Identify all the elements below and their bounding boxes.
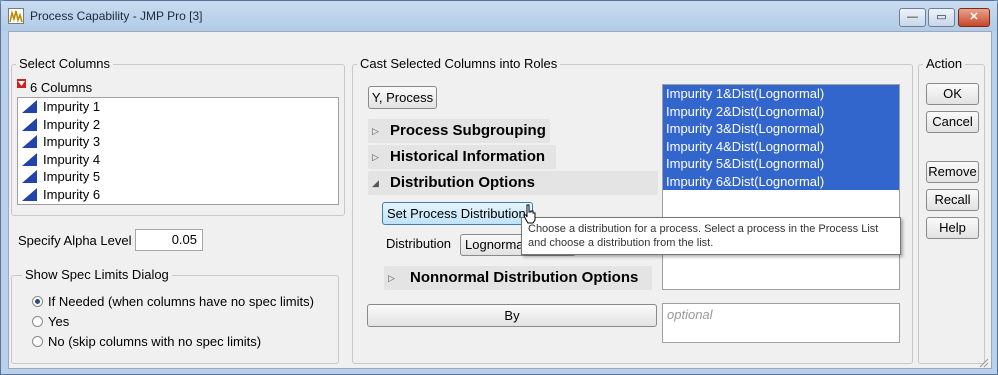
columns-listbox[interactable]: Impurity 1 Impurity 2 Impurity 3 Impurit… (17, 97, 339, 205)
window-title: Process Capability - JMP Pro [3] (30, 9, 203, 23)
tooltip: Choose a distribution for a process. Sel… (521, 217, 901, 255)
set-process-distribution-button[interactable]: Set Process Distribution (382, 202, 533, 225)
alpha-level-input[interactable]: 0.05 (135, 229, 203, 251)
maximize-button[interactable]: ▭ (928, 8, 955, 27)
by-placeholder: optional (667, 307, 713, 322)
resize-grip-icon[interactable] (979, 356, 989, 368)
distribution-label: Distribution (386, 236, 452, 251)
recall-button[interactable]: Recall (926, 189, 979, 211)
continuous-column-icon (22, 117, 37, 131)
hand-cursor-icon (523, 204, 537, 224)
select-columns-group: Select Columns 6 Columns Impurity 1 Impu… (11, 56, 345, 216)
disclosure-closed-icon[interactable]: ▷ (372, 152, 379, 162)
radio-button[interactable] (32, 316, 43, 327)
cast-roles-title: Cast Selected Columns into Roles (357, 56, 561, 71)
action-title: Action (923, 56, 966, 71)
minimize-icon: — (907, 11, 918, 23)
minimize-button[interactable]: — (899, 8, 926, 27)
continuous-column-icon (22, 135, 37, 149)
list-item[interactable]: Impurity 4 (18, 151, 338, 169)
dialog-body: Select Columns 6 Columns Impurity 1 Impu… (8, 31, 992, 369)
cast-roles-group: Cast Selected Columns into Roles Y, Proc… (352, 56, 913, 364)
process-subgrouping-section[interactable]: ▷ Process Subgrouping (368, 119, 550, 143)
radio-button[interactable] (32, 336, 43, 347)
list-item[interactable]: Impurity 6&Dist(Lognormal) (663, 172, 899, 190)
historical-information-section[interactable]: ▷ Historical Information (368, 145, 556, 169)
continuous-column-icon (22, 170, 37, 184)
disclosure-closed-icon[interactable]: ▷ (388, 273, 395, 283)
alpha-level-label: Specify Alpha Level (18, 233, 132, 248)
continuous-column-icon (22, 152, 37, 166)
list-item[interactable]: Impurity 4&Dist(Lognormal) (663, 137, 899, 155)
list-item[interactable]: Impurity 6 (18, 186, 338, 204)
cancel-button[interactable]: Cancel (926, 111, 979, 133)
remove-button[interactable]: Remove (926, 161, 979, 183)
list-item[interactable]: Impurity 2 (18, 116, 338, 134)
spec-limits-group: Show Spec Limits Dialog If Needed (when … (11, 267, 339, 364)
list-item[interactable]: Impurity 1 (18, 98, 338, 116)
title-bar[interactable]: Process Capability - JMP Pro [3] — ▭ ✕ (1, 1, 997, 31)
close-button[interactable]: ✕ (958, 8, 990, 27)
action-group: Action OK Cancel Remove Recall Help (918, 56, 985, 364)
by-button[interactable]: By (367, 304, 657, 327)
y-process-listbox[interactable]: Impurity 1&Dist(Lognormal) Impurity 2&Di… (662, 84, 900, 290)
radio-button[interactable] (32, 296, 43, 307)
list-item[interactable]: Impurity 2&Dist(Lognormal) (663, 102, 899, 120)
y-process-button[interactable]: Y, Process (368, 86, 437, 109)
continuous-column-icon (22, 187, 37, 201)
continuous-column-icon (22, 100, 37, 113)
jmp-app-icon (8, 8, 24, 24)
close-icon: ✕ (969, 11, 979, 23)
spec-limits-title: Show Spec Limits Dialog (22, 267, 172, 282)
distribution-options-section[interactable]: ◢ Distribution Options (368, 171, 658, 195)
by-listbox[interactable]: optional (662, 303, 900, 343)
help-button[interactable]: Help (926, 217, 979, 239)
list-item[interactable]: Impurity 1&Dist(Lognormal) (663, 85, 899, 103)
disclosure-closed-icon[interactable]: ▷ (372, 126, 379, 136)
list-item[interactable]: Impurity 5&Dist(Lognormal) (663, 155, 899, 173)
list-item[interactable]: Impurity 3 (18, 133, 338, 151)
columns-count-label: 6 Columns (30, 80, 93, 95)
dialog-window: Process Capability - JMP Pro [3] — ▭ ✕ S… (0, 0, 998, 375)
ok-button[interactable]: OK (926, 83, 979, 105)
maximize-icon: ▭ (936, 11, 947, 23)
disclosure-open-icon[interactable]: ◢ (372, 178, 379, 188)
list-item[interactable]: Impurity 3&Dist(Lognormal) (663, 120, 899, 138)
select-columns-title: Select Columns (16, 56, 114, 71)
nonnormal-options-section[interactable]: ▷ Nonnormal Distribution Options (384, 266, 652, 290)
columns-menu-icon[interactable] (17, 79, 26, 88)
list-item[interactable]: Impurity 5 (18, 168, 338, 186)
